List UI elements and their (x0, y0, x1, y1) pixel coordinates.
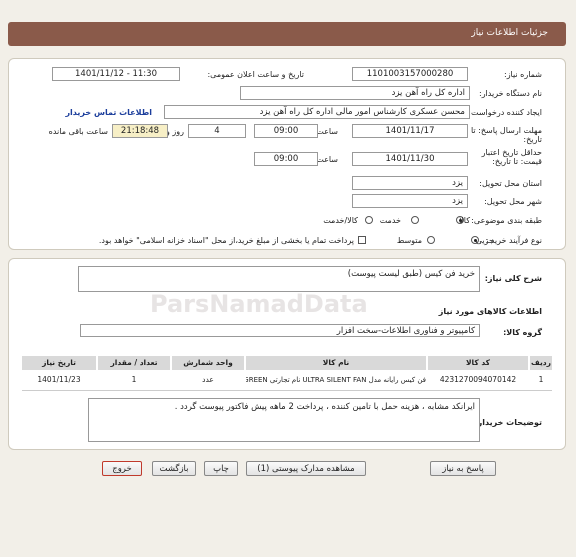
purchase-medium-label: متوسط (396, 236, 422, 245)
announce-label: تاریخ و ساعت اعلان عمومی: (207, 70, 304, 79)
print-button[interactable]: چاپ (204, 461, 238, 476)
creator-label: ایجاد کننده درخواست: (468, 108, 542, 117)
goods-group-label: گروه کالا: (503, 328, 542, 337)
city-label: شهر محل تحویل: (484, 197, 542, 206)
cell-unit: عدد (202, 375, 214, 384)
reply-button[interactable]: پاسخ به نیاز (430, 461, 496, 476)
validity-time-field: 09:00 (254, 152, 318, 166)
cell-code: 4231270094070142 (439, 375, 517, 384)
page-title: جزئیات اطلاعات نیاز (471, 28, 548, 38)
cell-name: فن کیس رایانه مدل ULTRA SILENT FAN نام ت… (246, 376, 426, 384)
table-divider (22, 390, 552, 391)
reply-time-label: ساعت (316, 127, 338, 136)
creator-field: محسن عسکری کارشناس امور مالی اداره کل را… (164, 105, 470, 119)
col-date-header: تاریخ نیاز (22, 356, 96, 370)
goods-info-title: اطلاعات کالاهای مورد نیاز (438, 307, 542, 316)
province-label: استان محل تحویل: (479, 179, 542, 188)
treasury-payment-checkbox[interactable] (358, 236, 366, 244)
col-name-header: نام کالا (246, 356, 426, 370)
buyer-org-field: اداره کل راه آهن یزد (240, 86, 470, 100)
category-both-label: کالا/خدمت (323, 216, 358, 225)
buyer-notes-field: ایرانکد مشابه ، هزینه حمل با تامین کننده… (88, 398, 480, 442)
buyer-contact-link[interactable]: اطلاعات تماس خریدار (65, 108, 152, 117)
reply-deadline-label: مهلت ارسال پاسخ: تا تاریخ: (470, 126, 542, 144)
category-label: طبقه بندی موضوعی: (471, 216, 542, 225)
remaining-time-field: 21:18:48 (112, 124, 168, 138)
validity-label: حداقل تاریخ اعتبار قیمت: تا تاریخ: (481, 148, 542, 166)
purchase-medium-radio[interactable] (427, 236, 435, 244)
cell-date: 1401/11/23 (37, 375, 81, 384)
back-button[interactable]: بازگشت (152, 461, 196, 476)
need-number-field: 1101003157000280 (352, 67, 468, 81)
reply-time-field: 09:00 (254, 124, 318, 138)
buyer-org-label: نام دستگاه خریدار: (479, 89, 542, 98)
remaining-label: ساعت باقی مانده (48, 127, 108, 136)
days-label: روز و (166, 127, 184, 136)
summary-label: شرح کلی نیاز: (484, 274, 542, 283)
category-both-radio[interactable] (365, 216, 373, 224)
validity-time-label: ساعت (316, 155, 338, 164)
exit-button[interactable]: خروج (102, 461, 142, 476)
col-unit-header: واحد شمارش (172, 356, 244, 370)
summary-field: خرید فن کیس (طبق لیست پیوست) (78, 266, 480, 292)
category-service-label: خدمت (379, 216, 401, 225)
days-field: 4 (188, 124, 246, 138)
need-number-label: شماره نیاز: (504, 70, 542, 79)
goods-group-field: کامپیوتر و فناوری اطلاعات-سخت افزار (80, 324, 480, 337)
validity-date-field: 1401/11/30 (352, 152, 468, 166)
category-service-radio[interactable] (411, 216, 419, 224)
view-documents-button[interactable]: مشاهده مدارک پیوستی (1) (246, 461, 366, 476)
col-qty-header: تعداد / مقدار (98, 356, 170, 370)
reply-date-field: 1401/11/17 (352, 124, 468, 138)
category-goods-label: کالا (459, 216, 470, 225)
purchase-minor-label: جزیی (475, 236, 494, 245)
page-header: جزئیات اطلاعات نیاز (8, 22, 566, 46)
col-row-header: ردیف (530, 356, 552, 370)
cell-index: 1 (538, 375, 544, 384)
cell-qty: 1 (131, 375, 137, 384)
treasury-payment-note: پرداخت تمام یا بخشی از مبلغ خرید،از محل … (98, 236, 354, 245)
city-field: یزد (352, 194, 468, 208)
announce-field: 1401/11/12 - 11:30 (52, 67, 180, 81)
province-field: یزد (352, 176, 468, 190)
buyer-notes-label: توضیحات خریدار: (474, 418, 542, 427)
col-code-header: کد کالا (428, 356, 528, 370)
